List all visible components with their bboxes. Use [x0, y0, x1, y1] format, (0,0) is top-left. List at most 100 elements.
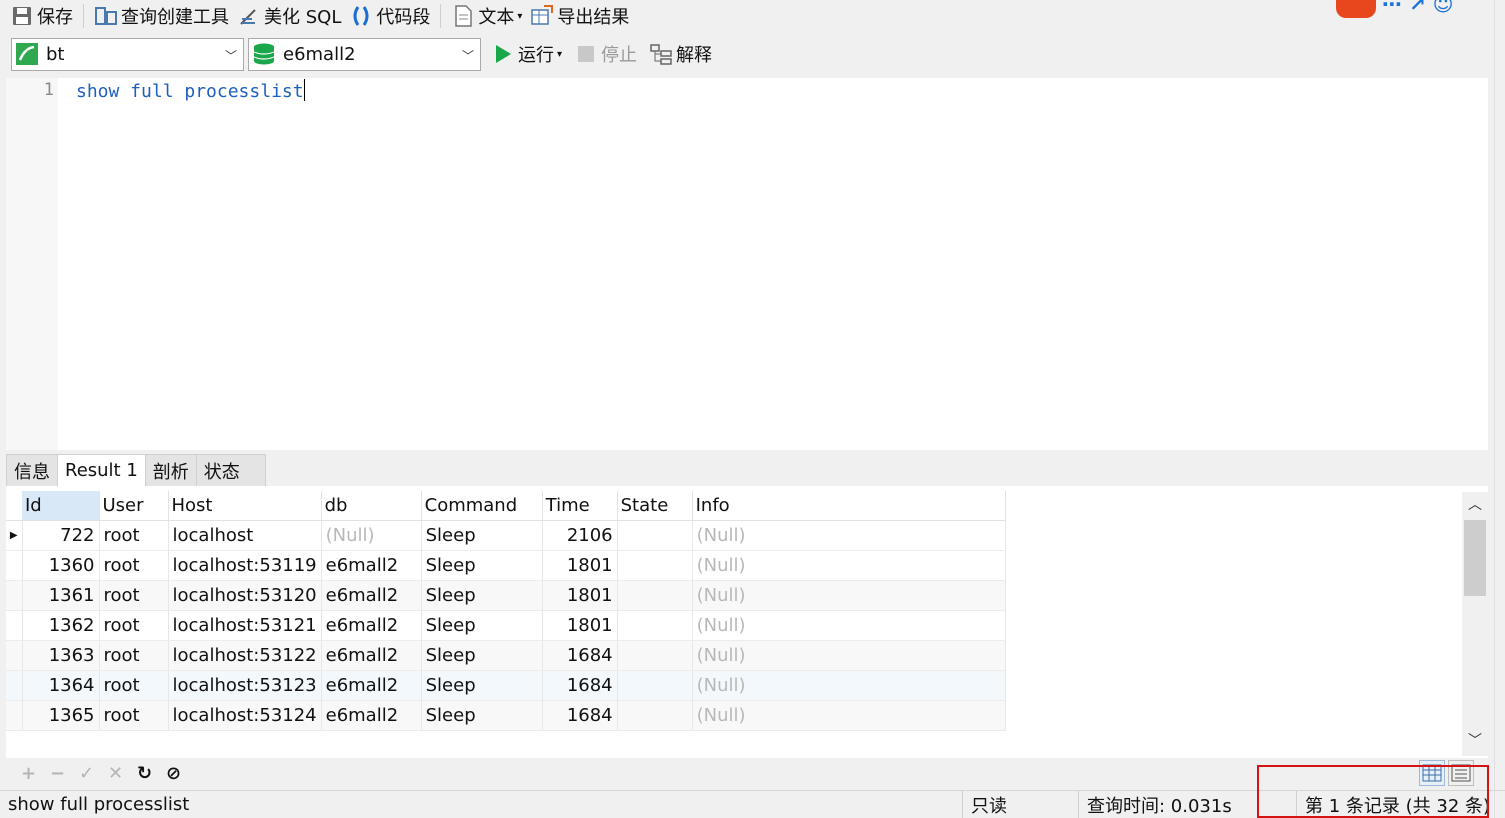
table-row[interactable]: 1363 root localhost:53122 e6mall2 Sleep 1684 (… [6, 640, 1006, 671]
cell-time[interactable]: 2106 [542, 520, 618, 551]
cell-db[interactable]: e6mall2 [321, 700, 422, 731]
cell-id[interactable]: 1361 [22, 580, 100, 611]
table-row[interactable]: 1365 root localhost:53124 e6mall2 Sleep 1684 (… [6, 700, 1006, 731]
scroll-up-icon[interactable]: ︿ [1462, 494, 1488, 518]
cell-time[interactable]: 1801 [542, 550, 618, 581]
cell-host[interactable]: localhost:53122 [168, 640, 322, 671]
tab-profile[interactable]: 剖析 [144, 454, 197, 486]
cell-user[interactable]: root [99, 520, 169, 551]
cell-info[interactable]: (Null) [692, 580, 1006, 611]
cell-time[interactable]: 1801 [542, 610, 618, 641]
cell-db[interactable]: e6mall2 [321, 670, 422, 701]
column-header-user[interactable]: User [99, 491, 169, 521]
add-record-icon[interactable]: + [14, 763, 43, 784]
cell-host[interactable]: localhost:53123 [168, 670, 322, 701]
cell-time[interactable]: 1684 [542, 700, 618, 731]
cell-time[interactable]: 1684 [542, 670, 618, 701]
cell-id[interactable]: 1360 [22, 550, 100, 581]
save-button[interactable]: 保存 [6, 1, 77, 31]
cell-command[interactable]: Sleep [421, 580, 543, 611]
delete-record-icon[interactable]: − [43, 763, 72, 784]
cell-command[interactable]: Sleep [421, 520, 543, 551]
stop-button[interactable]: 停止 [568, 38, 643, 71]
sql-editor[interactable]: 1 show full processlist [6, 78, 1488, 450]
sql-code-line[interactable]: show full processlist [76, 79, 305, 102]
connection-select[interactable]: bt ﹀ [11, 37, 244, 71]
column-header-id[interactable]: Id [22, 491, 100, 521]
tab-result-1[interactable]: Result 1 [57, 454, 146, 486]
cell-user[interactable]: root [99, 670, 169, 701]
column-header-state[interactable]: State [617, 491, 693, 521]
cell-info[interactable]: (Null) [692, 520, 1006, 551]
refresh-icon[interactable]: ↻ [130, 763, 159, 784]
scrollbar-thumb[interactable] [1464, 520, 1486, 596]
scroll-down-icon[interactable]: ﹀ [1462, 730, 1488, 754]
database-select[interactable]: e6mall2 ﹀ [248, 37, 481, 71]
column-header-time[interactable]: Time [542, 491, 618, 521]
cell-db[interactable]: (Null) [321, 520, 422, 551]
cell-host[interactable]: localhost:53124 [168, 700, 322, 731]
code-snippet-button[interactable]: 代码段 [345, 1, 434, 31]
cell-user[interactable]: root [99, 580, 169, 611]
table-row[interactable]: 1361 root localhost:53120 e6mall2 Sleep 1801 (… [6, 580, 1006, 611]
cell-user[interactable]: root [99, 700, 169, 731]
cell-id[interactable]: 1362 [22, 610, 100, 641]
apply-changes-icon[interactable]: ✓ [72, 763, 101, 784]
tab-status[interactable]: 状态 [195, 454, 266, 486]
column-header-db[interactable]: db [321, 491, 422, 521]
cell-user[interactable]: root [99, 640, 169, 671]
cell-db[interactable]: e6mall2 [321, 610, 422, 641]
cell-state[interactable] [617, 550, 693, 581]
column-header-command[interactable]: Command [421, 491, 543, 521]
cell-command[interactable]: Sleep [421, 670, 543, 701]
export-results-button[interactable]: 导出结果 [526, 1, 633, 31]
cell-db[interactable]: e6mall2 [321, 580, 422, 611]
cell-host[interactable]: localhost:53119 [168, 550, 322, 581]
column-header-host[interactable]: Host [168, 491, 322, 521]
cell-host[interactable]: localhost:53120 [168, 580, 322, 611]
cell-info[interactable]: (Null) [692, 610, 1006, 641]
form-view-icon[interactable] [1448, 760, 1474, 786]
cell-command[interactable]: Sleep [421, 640, 543, 671]
cell-user[interactable]: root [99, 610, 169, 641]
query-builder-button[interactable]: 查询创建工具 [90, 1, 233, 31]
cell-state[interactable] [617, 700, 693, 731]
cell-state[interactable] [617, 610, 693, 641]
table-row[interactable]: ▶ 722 root localhost (Null) Sleep 2106 (Null) [6, 520, 1006, 551]
stop-loading-icon[interactable]: ⊘ [159, 763, 188, 784]
cell-db[interactable]: e6mall2 [321, 550, 422, 581]
cell-id[interactable]: 1365 [22, 700, 100, 731]
cell-state[interactable] [617, 670, 693, 701]
cell-host[interactable]: localhost:53121 [168, 610, 322, 641]
cell-info[interactable]: (Null) [692, 670, 1006, 701]
beautify-sql-button[interactable]: 美化 SQL [233, 1, 345, 31]
discard-changes-icon[interactable]: ✕ [101, 763, 130, 784]
cell-command[interactable]: Sleep [421, 700, 543, 731]
cell-id[interactable]: 1364 [22, 670, 100, 701]
cell-state[interactable] [617, 640, 693, 671]
cell-state[interactable] [617, 580, 693, 611]
cell-command[interactable]: Sleep [421, 550, 543, 581]
cell-id[interactable]: 1363 [22, 640, 100, 671]
cell-id[interactable]: 722 [22, 520, 100, 551]
table-row[interactable]: 1364 root localhost:53123 e6mall2 Sleep 1684 (… [6, 670, 1006, 701]
column-header-info[interactable]: Info [692, 491, 1006, 521]
run-button[interactable]: 运行 ▾ [485, 38, 568, 71]
cell-command[interactable]: Sleep [421, 610, 543, 641]
tab-info[interactable]: 信息 [6, 454, 58, 486]
table-row[interactable]: 1362 root localhost:53121 e6mall2 Sleep 1801 (… [6, 610, 1006, 641]
grid-view-icon[interactable] [1419, 760, 1445, 786]
cell-user[interactable]: root [99, 550, 169, 581]
cell-state[interactable] [617, 520, 693, 551]
text-button[interactable]: 文本 ▾ [447, 1, 526, 31]
cell-info[interactable]: (Null) [692, 640, 1006, 671]
cell-time[interactable]: 1801 [542, 580, 618, 611]
result-grid[interactable]: Id User Host db Command Time State Info … [6, 486, 1488, 758]
cell-info[interactable]: (Null) [692, 550, 1006, 581]
explain-button[interactable]: 解释 [643, 38, 718, 71]
cell-host[interactable]: localhost [168, 520, 322, 551]
cell-db[interactable]: e6mall2 [321, 640, 422, 671]
cell-info[interactable]: (Null) [692, 700, 1006, 731]
table-row[interactable]: 1360 root localhost:53119 e6mall2 Sleep 1801 (… [6, 550, 1006, 581]
cell-time[interactable]: 1684 [542, 640, 618, 671]
